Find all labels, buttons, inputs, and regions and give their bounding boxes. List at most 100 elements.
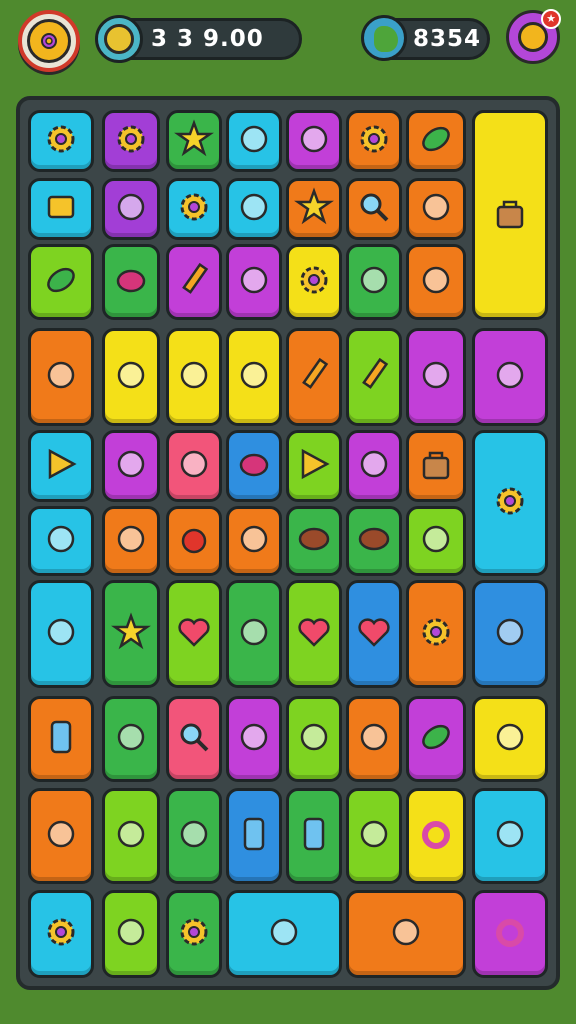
egg-icon [173, 443, 215, 489]
board-tile[interactable] [166, 788, 222, 884]
board-tile[interactable] [166, 430, 222, 502]
board-tile[interactable] [346, 178, 402, 240]
board-tile[interactable] [28, 580, 94, 688]
board-tile[interactable] [226, 178, 282, 240]
board-tile[interactable] [102, 506, 160, 576]
board-tile[interactable] [406, 580, 466, 688]
board-tile[interactable] [226, 506, 282, 576]
board-tile[interactable] [102, 580, 160, 688]
board-tile[interactable] [102, 696, 160, 782]
board-tile[interactable] [286, 110, 342, 172]
book-icon [110, 354, 152, 400]
board-tile[interactable] [346, 430, 402, 502]
board-tile[interactable] [28, 430, 94, 502]
board-tile[interactable] [472, 430, 548, 576]
board-tile[interactable] [28, 244, 94, 320]
top-hud: 3 3 9.00 8354 ★ [0, 0, 576, 90]
board-tile[interactable] [28, 110, 94, 172]
brush-icon [173, 813, 215, 859]
board-tile[interactable] [286, 696, 342, 782]
board-tile[interactable] [28, 328, 94, 426]
settings-button[interactable] [18, 10, 80, 72]
board-tile[interactable] [346, 788, 402, 884]
board-tile[interactable] [166, 244, 222, 320]
board-tile[interactable] [226, 788, 282, 884]
board-tile[interactable] [472, 890, 548, 978]
board-tile[interactable] [346, 506, 402, 576]
board-tile[interactable] [102, 328, 160, 426]
board-tile[interactable] [226, 890, 342, 978]
board-tile[interactable] [102, 244, 160, 320]
star-icon [173, 118, 215, 164]
bean-icon [293, 518, 335, 564]
flower-icon [353, 259, 395, 305]
leaf-icon [415, 716, 457, 762]
cheese-icon [489, 354, 531, 400]
bird-icon [110, 716, 152, 762]
board-tile[interactable] [166, 580, 222, 688]
board-tile[interactable] [286, 244, 342, 320]
board-tile[interactable] [166, 328, 222, 426]
board-tile[interactable] [346, 328, 402, 426]
gear-icon [173, 186, 215, 232]
board-tile[interactable] [166, 506, 222, 576]
board-tile[interactable] [286, 178, 342, 240]
board-tile[interactable] [406, 110, 466, 172]
board-tile[interactable] [346, 244, 402, 320]
board-tile[interactable] [102, 788, 160, 884]
face-icon [173, 354, 215, 400]
board-tile[interactable] [28, 506, 94, 576]
board-tile[interactable] [226, 244, 282, 320]
board-tile[interactable] [28, 696, 94, 782]
board-tile[interactable] [226, 328, 282, 426]
board-tile[interactable] [472, 328, 548, 426]
board-tile[interactable] [472, 110, 548, 320]
reward-button[interactable]: ★ [506, 9, 561, 64]
board-tile[interactable] [226, 110, 282, 172]
board-tile[interactable] [102, 890, 160, 978]
board-tile[interactable] [28, 788, 94, 884]
board-tile[interactable] [286, 430, 342, 502]
board-tile[interactable] [472, 788, 548, 884]
board-tile[interactable] [226, 430, 282, 502]
board-tile[interactable] [286, 580, 342, 688]
board-tile[interactable] [406, 178, 466, 240]
board-tile[interactable] [346, 580, 402, 688]
chair-icon [110, 911, 152, 957]
globe-icon [361, 15, 407, 61]
board-tile[interactable] [472, 696, 548, 782]
board-tile[interactable] [286, 788, 342, 884]
board-tile[interactable] [166, 178, 222, 240]
board-tile[interactable] [286, 328, 342, 426]
game-board [16, 96, 560, 990]
board-tile[interactable] [166, 110, 222, 172]
board-tile[interactable] [346, 890, 466, 978]
board-tile[interactable] [286, 506, 342, 576]
book-icon [353, 813, 395, 859]
board-tile[interactable] [406, 696, 466, 782]
magnifier-icon [353, 186, 395, 232]
crate-icon [40, 611, 82, 657]
board-tile[interactable] [346, 696, 402, 782]
board-tile[interactable] [102, 178, 160, 240]
board-tile[interactable] [226, 580, 282, 688]
phone-icon [233, 813, 275, 859]
star-icon [293, 186, 335, 232]
board-tile[interactable] [406, 506, 466, 576]
board-tile[interactable] [166, 696, 222, 782]
board-tile[interactable] [406, 430, 466, 502]
board-tile[interactable] [472, 580, 548, 688]
board-tile[interactable] [102, 110, 160, 172]
board-tile[interactable] [102, 430, 160, 502]
board-tile[interactable] [28, 178, 94, 240]
ghost-icon [40, 518, 82, 564]
jar-icon [233, 354, 275, 400]
board-tile[interactable] [406, 244, 466, 320]
board-tile[interactable] [406, 788, 466, 884]
gear-icon [353, 118, 395, 164]
board-tile[interactable] [28, 890, 94, 978]
board-tile[interactable] [346, 110, 402, 172]
board-tile[interactable] [406, 328, 466, 426]
board-tile[interactable] [166, 890, 222, 978]
board-tile[interactable] [226, 696, 282, 782]
